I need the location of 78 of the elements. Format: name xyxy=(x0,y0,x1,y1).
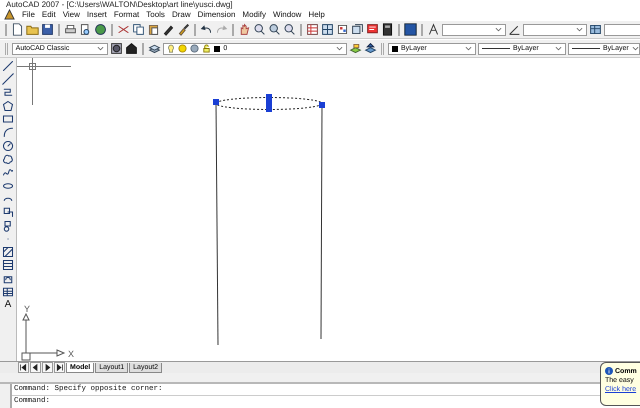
polygon-icon[interactable] xyxy=(2,100,14,112)
info-icon xyxy=(605,367,613,375)
color-swatch-icon xyxy=(392,46,398,52)
palette-icon[interactable] xyxy=(336,23,349,36)
menu-item[interactable]: Modify xyxy=(242,10,266,19)
polyline-icon[interactable] xyxy=(2,86,14,99)
menu-item[interactable]: Edit xyxy=(42,10,56,19)
viewport-freeze-icon xyxy=(190,44,200,53)
menu-item[interactable]: View xyxy=(62,10,80,19)
make-block-icon[interactable] xyxy=(2,220,14,232)
last-tab-arrow-icon[interactable] xyxy=(54,362,65,373)
dimension-style-icon[interactable] xyxy=(508,23,521,36)
linetype-line-icon xyxy=(572,48,600,49)
calculator-icon[interactable] xyxy=(381,23,394,36)
chevron-down-icon xyxy=(495,27,502,32)
properties-grid-icon[interactable] xyxy=(306,23,319,36)
new-document-icon[interactable] xyxy=(11,23,24,36)
magnifier-icon[interactable] xyxy=(283,23,296,36)
sheets-icon[interactable] xyxy=(351,23,364,36)
menu-item[interactable]: Help xyxy=(308,10,325,19)
layer-stack-icon[interactable] xyxy=(148,42,162,55)
table-icon[interactable] xyxy=(2,286,14,298)
window-title: AutoCAD 2007 - [C:\Users\WALTON\Desktop\art line\yusci.dwg] xyxy=(0,0,640,9)
chevron-down-icon xyxy=(632,46,639,51)
construction-line-icon[interactable] xyxy=(2,73,14,86)
menu-item[interactable]: Window xyxy=(272,10,302,19)
table-icon[interactable] xyxy=(321,23,334,36)
pencil-icon[interactable] xyxy=(162,23,175,36)
grip-handle[interactable] xyxy=(319,102,325,108)
cloud-icon[interactable] xyxy=(2,153,14,166)
undo-arrow-icon[interactable] xyxy=(200,23,213,36)
chevron-down-icon xyxy=(576,27,583,32)
gradient-icon[interactable] xyxy=(2,259,14,272)
grip-handle[interactable] xyxy=(213,99,219,105)
drawing-canvas[interactable]: Y X xyxy=(17,58,640,361)
paintbrush-icon[interactable] xyxy=(177,23,190,36)
chevron-down-icon xyxy=(336,46,344,51)
magnifier-icon[interactable] xyxy=(268,23,281,36)
menu-item[interactable]: Dimension xyxy=(198,10,236,19)
insert-block-icon[interactable] xyxy=(2,206,14,218)
magnifier-icon[interactable] xyxy=(253,23,266,36)
spline-icon[interactable] xyxy=(2,166,14,178)
menu-item[interactable]: File xyxy=(22,10,35,19)
line-tool-icon[interactable] xyxy=(2,60,14,72)
printer-icon[interactable] xyxy=(64,23,77,36)
hand-icon[interactable] xyxy=(238,23,251,36)
color-swatch-icon xyxy=(214,46,220,52)
chevron-down-icon xyxy=(555,46,562,51)
first-tab-arrow-icon[interactable] xyxy=(18,362,29,373)
ucs-axes-icon xyxy=(22,312,66,360)
copy-icon[interactable] xyxy=(132,23,145,36)
layer-icon[interactable] xyxy=(364,42,378,55)
chevron-down-icon xyxy=(465,46,472,51)
crosshair-cursor-icon xyxy=(17,58,72,106)
menu-item[interactable]: Draw xyxy=(172,10,191,19)
clipboard-icon[interactable] xyxy=(147,23,160,36)
hatch-icon[interactable] xyxy=(2,246,14,258)
scissors-icon[interactable] xyxy=(117,23,130,36)
axis-label: X xyxy=(68,350,74,359)
text-style-icon[interactable] xyxy=(427,23,440,36)
menu-item[interactable]: Format xyxy=(114,10,140,19)
menu-item[interactable]: Tools xyxy=(146,10,165,19)
save-icon[interactable] xyxy=(41,23,54,36)
preview-icon[interactable] xyxy=(79,23,92,36)
linetype-line-icon xyxy=(482,48,510,49)
chevron-down-icon xyxy=(96,46,104,51)
arc-icon[interactable] xyxy=(2,126,14,138)
text-tool-icon[interactable]: A xyxy=(4,299,12,310)
axis-label: Y xyxy=(24,305,30,314)
folder-icon[interactable] xyxy=(26,23,39,36)
menu-item[interactable]: Insert xyxy=(86,10,107,19)
markup-icon[interactable] xyxy=(366,23,379,36)
lock-icon xyxy=(202,44,212,53)
rectangle-icon[interactable] xyxy=(2,113,14,126)
grip-handle[interactable] xyxy=(266,94,272,112)
sun-icon xyxy=(178,44,188,53)
table-style-icon[interactable] xyxy=(589,23,602,36)
lightbulb-icon xyxy=(167,44,176,54)
